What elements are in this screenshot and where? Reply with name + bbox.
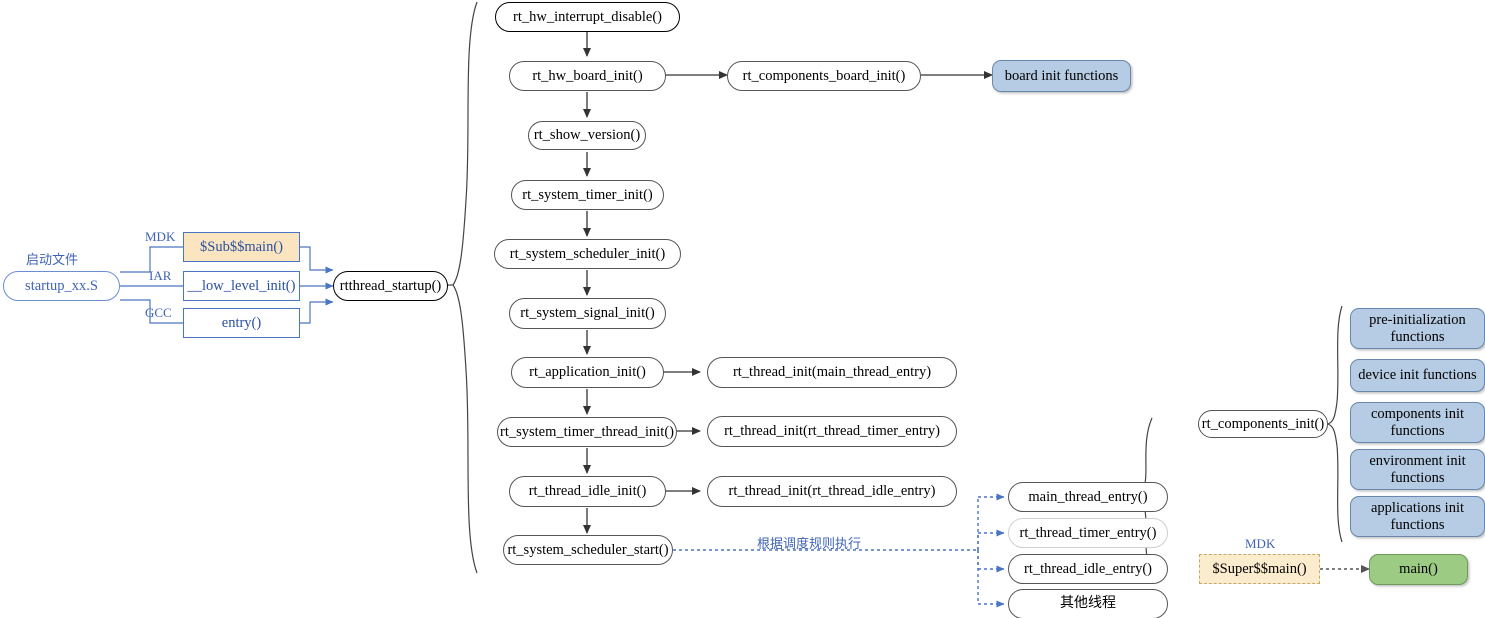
node-rt-system-signal-init[interactable]: rt_system_signal_init() — [509, 298, 666, 329]
node-rt-components-init[interactable]: rt_components_init() — [1198, 410, 1328, 438]
node-rt-system-scheduler-init[interactable]: rt_system_scheduler_init() — [494, 239, 681, 269]
node-rt-thread-timer-entry[interactable]: rt_thread_timer_entry() — [1008, 518, 1168, 548]
super-main-toolchain-label: MDK — [1245, 536, 1276, 551]
node-rt-application-init[interactable]: rt_application_init() — [511, 357, 664, 388]
node-pre-initialization-functions[interactable]: pre-initialization functions — [1350, 308, 1485, 349]
scheduler-edge-label: 根据调度规则执行 — [757, 537, 862, 552]
node-rt-system-timer-init[interactable]: rt_system_timer_init() — [511, 180, 664, 210]
node-rt-thread-idle-init[interactable]: rt_thread_idle_init() — [509, 476, 666, 507]
startup-file-node[interactable]: startup_xx.S — [3, 271, 120, 301]
startup-caption: 启动文件 — [26, 253, 79, 268]
node-rt-components-board-init[interactable]: rt_components_board_init() — [727, 61, 921, 91]
node-low-level-init[interactable]: __low_level_init() — [183, 271, 300, 301]
node-environment-init-functions[interactable]: environment init functions — [1350, 449, 1485, 490]
node-sub-main[interactable]: $Sub$$main() — [183, 232, 300, 262]
node-thread-init-idle[interactable]: rt_thread_init(rt_thread_idle_entry) — [707, 476, 957, 507]
node-entry[interactable]: entry() — [183, 308, 300, 338]
branch-label-gcc: GCC — [145, 305, 172, 320]
node-rt-thread-idle-entry[interactable]: rt_thread_idle_entry() — [1008, 554, 1168, 584]
node-applications-init-functions[interactable]: applications init functions — [1350, 496, 1485, 537]
branch-label-mdk: MDK — [145, 229, 176, 244]
node-board-init-functions[interactable]: board init functions — [992, 60, 1131, 92]
branch-label-iar: IAR — [149, 268, 172, 283]
node-super-main[interactable]: $Super$$main() — [1199, 554, 1320, 584]
diagram-canvas: 启动文件 startup_xx.S MDK IAR GCC $Sub$$main… — [0, 0, 1485, 618]
node-rt-hw-board-init[interactable]: rt_hw_board_init() — [509, 61, 666, 91]
node-main[interactable]: main() — [1369, 554, 1468, 585]
node-rtthread-startup[interactable]: rtthread_startup() — [333, 271, 448, 301]
node-rt-hw-interrupt-disable[interactable]: rt_hw_interrupt_disable() — [495, 2, 680, 32]
node-thread-init-main[interactable]: rt_thread_init(main_thread_entry) — [707, 357, 957, 388]
node-rt-show-version[interactable]: rt_show_version() — [528, 121, 646, 150]
node-device-init-functions[interactable]: device init functions — [1350, 359, 1485, 392]
node-thread-init-timer[interactable]: rt_thread_init(rt_thread_timer_entry) — [707, 416, 957, 447]
node-other-threads[interactable]: 其他线程 — [1008, 589, 1168, 618]
node-components-init-functions[interactable]: components init functions — [1350, 402, 1485, 443]
node-rt-system-timer-thread-init[interactable]: rt_system_timer_thread_init() — [497, 417, 677, 447]
node-rt-system-scheduler-start[interactable]: rt_system_scheduler_start() — [503, 535, 673, 565]
node-main-thread-entry[interactable]: main_thread_entry() — [1008, 482, 1168, 512]
